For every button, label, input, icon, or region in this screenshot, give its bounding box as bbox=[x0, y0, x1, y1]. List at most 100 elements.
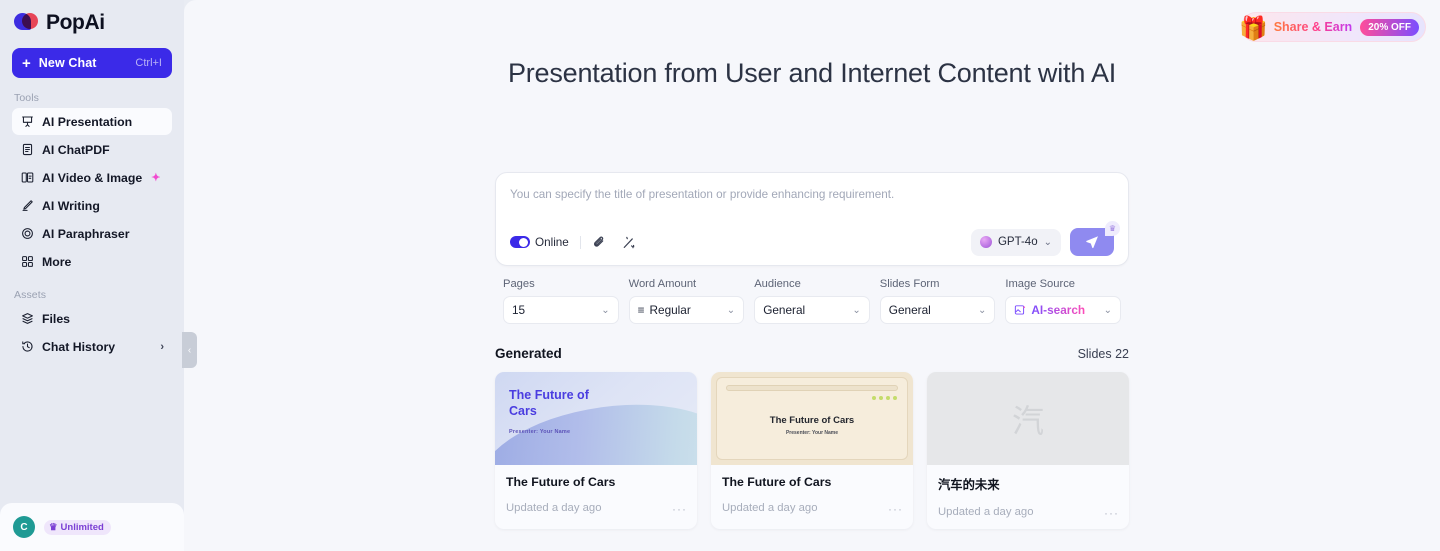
logo-text: PopAi bbox=[46, 11, 105, 34]
option-audience: Audience General ⌄ bbox=[754, 278, 870, 324]
generated-heading: Generated bbox=[495, 346, 562, 361]
sidebar-item-ai-chatpdf[interactable]: AI ChatPDF bbox=[12, 136, 172, 163]
thumb-subtitle: Presenter: Your Name bbox=[509, 429, 571, 435]
word-amount-select[interactable]: ≡ Regular ⌄ bbox=[628, 296, 745, 324]
toggle-switch[interactable] bbox=[510, 236, 530, 248]
generated-cards: The Future of Cars Presenter: Your Name … bbox=[495, 372, 1129, 529]
document-icon bbox=[20, 143, 34, 157]
composer-wrapper: You can specify the title of presentatio… bbox=[495, 172, 1129, 324]
option-label: Slides Form bbox=[879, 278, 940, 290]
card-thumbnail: 汽 bbox=[927, 372, 1129, 465]
option-label: Image Source bbox=[1005, 278, 1076, 290]
user-account-card[interactable]: C ♛ Unlimited bbox=[0, 503, 184, 551]
online-label: Online bbox=[535, 235, 569, 249]
sidebar-item-ai-writing[interactable]: AI Writing bbox=[12, 192, 172, 219]
image-source-select[interactable]: AI-search ⌄ bbox=[1005, 296, 1121, 324]
slides-form-select[interactable]: General ⌄ bbox=[879, 296, 996, 324]
sidebar-item-label: Files bbox=[42, 311, 71, 326]
composer[interactable]: You can specify the title of presentatio… bbox=[495, 172, 1129, 266]
crown-icon: ♛ bbox=[49, 521, 58, 533]
share-and-earn-button[interactable]: 🎁 Share & Earn 20% OFF bbox=[1239, 12, 1426, 42]
card-updated: Updated a day ago bbox=[938, 506, 1034, 518]
option-word-amount: Word Amount ≡ Regular ⌄ bbox=[628, 278, 745, 324]
plan-badge[interactable]: ♛ Unlimited bbox=[44, 519, 111, 535]
model-icon bbox=[979, 236, 992, 248]
card-more-button[interactable]: ··· bbox=[888, 502, 903, 516]
model-selector[interactable]: GPT-4o ⌄ bbox=[970, 228, 1061, 256]
card-thumbnail: The Future of Cars Presenter: Your Name bbox=[711, 372, 913, 465]
clock-history-icon bbox=[20, 340, 34, 354]
avatar: C bbox=[13, 516, 35, 538]
card-updated: Updated a day ago bbox=[506, 502, 602, 514]
chevron-down-icon: ⌄ bbox=[1043, 236, 1052, 248]
sidebar-item-label: AI Presentation bbox=[42, 114, 133, 129]
magic-wand-icon[interactable] bbox=[621, 234, 637, 250]
option-value: Regular bbox=[649, 303, 691, 317]
chevron-down-icon: ⌄ bbox=[977, 304, 987, 316]
new-chat-shortcut: Ctrl+I bbox=[135, 57, 162, 69]
option-slides-form: Slides Form General ⌄ bbox=[879, 278, 996, 324]
option-image-source: Image Source AI-search ⌄ bbox=[1005, 278, 1121, 324]
online-toggle[interactable]: Online bbox=[510, 236, 569, 249]
image-ai-icon bbox=[1014, 304, 1026, 316]
composer-toolbar: Online GPT-4o ⌄ ♛ bbox=[510, 221, 1120, 256]
card-body: 汽车的未来 Updated a day ago ··· bbox=[927, 465, 1129, 529]
prompt-input[interactable]: You can specify the title of presentatio… bbox=[510, 187, 1114, 229]
presentation-card[interactable]: The Future of Cars Presenter: Your Name … bbox=[495, 372, 697, 529]
paperclip-icon[interactable] bbox=[592, 234, 608, 250]
sidebar-item-files[interactable]: Files bbox=[12, 305, 172, 332]
option-label: Word Amount bbox=[628, 278, 697, 290]
generated-header: Generated Slides 22 bbox=[495, 346, 1129, 361]
sidebar-item-label: AI Video & Image bbox=[42, 170, 143, 185]
chevron-down-icon: ⌄ bbox=[852, 304, 861, 316]
new-chat-button[interactable]: + New Chat Ctrl+I bbox=[12, 48, 172, 78]
sidebar: PopAi + New Chat Ctrl+I Tools AI Present… bbox=[0, 0, 184, 551]
presentation-card[interactable]: The Future of Cars Presenter: Your Name … bbox=[711, 372, 913, 529]
spiral-icon bbox=[20, 227, 34, 241]
option-label: Pages bbox=[503, 278, 535, 290]
sidebar-item-ai-presentation[interactable]: AI Presentation bbox=[12, 108, 172, 135]
chevron-down-icon: ⌄ bbox=[1103, 304, 1112, 316]
presentation-card[interactable]: 汽 汽车的未来 Updated a day ago ··· bbox=[927, 372, 1129, 529]
app-logo[interactable]: PopAi bbox=[12, 0, 172, 46]
sidebar-item-more[interactable]: More bbox=[12, 248, 172, 275]
chevron-right-icon: › bbox=[160, 340, 164, 353]
tools-section-label: Tools bbox=[14, 92, 40, 104]
option-value: General bbox=[763, 303, 806, 317]
video-image-icon bbox=[20, 171, 34, 185]
plus-icon: + bbox=[22, 54, 31, 72]
generation-options: Pages 15 ⌄ Word Amount ≡ Regular ⌄ Audie bbox=[495, 266, 1129, 324]
card-title: The Future of Cars bbox=[722, 475, 832, 489]
main-content: 🎁 Share & Earn 20% OFF Presentation from… bbox=[184, 0, 1440, 551]
share-label: Share & Earn bbox=[1273, 20, 1353, 34]
send-button[interactable]: ♛ bbox=[1070, 221, 1120, 256]
new-chat-label: New Chat bbox=[38, 56, 97, 70]
chevron-down-icon: ⌄ bbox=[601, 304, 610, 316]
card-title: The Future of Cars bbox=[506, 475, 616, 489]
page-title: Presentation from User and Internet Cont… bbox=[507, 58, 1117, 88]
pages-select[interactable]: 15 ⌄ bbox=[503, 296, 619, 324]
card-more-button[interactable]: ··· bbox=[672, 502, 687, 516]
thumb-title: The Future of Cars bbox=[509, 388, 589, 418]
sidebar-item-label: More bbox=[42, 254, 72, 269]
sidebar-collapse-handle[interactable]: ‹ bbox=[182, 332, 197, 368]
decorative-dots bbox=[872, 396, 897, 400]
layers-icon bbox=[20, 312, 34, 326]
slides-count: Slides 22 bbox=[1077, 347, 1129, 361]
sidebar-item-chat-history[interactable]: Chat History › bbox=[12, 333, 172, 360]
option-label: Audience bbox=[754, 278, 801, 290]
sidebar-item-ai-paraphraser[interactable]: AI Paraphraser bbox=[12, 220, 172, 247]
sidebar-item-ai-video-image[interactable]: AI Video & Image ✦ bbox=[12, 164, 172, 191]
thumb-subtitle: Presenter: Your Name bbox=[785, 430, 839, 436]
card-body: The Future of Cars Updated a day ago ··· bbox=[495, 465, 697, 525]
sidebar-item-label: AI Paraphraser bbox=[42, 226, 130, 241]
app-root: PopAi + New Chat Ctrl+I Tools AI Present… bbox=[0, 0, 1440, 551]
card-more-button[interactable]: ··· bbox=[1104, 506, 1119, 520]
option-value: AI-search bbox=[1031, 303, 1086, 317]
popai-logo-icon bbox=[14, 12, 40, 34]
grid-icon bbox=[20, 255, 34, 269]
decorative-bar bbox=[726, 385, 898, 391]
option-value: 15 bbox=[512, 303, 526, 317]
thumb-title: 汽 bbox=[1011, 402, 1044, 439]
audience-select[interactable]: General ⌄ bbox=[754, 296, 870, 324]
